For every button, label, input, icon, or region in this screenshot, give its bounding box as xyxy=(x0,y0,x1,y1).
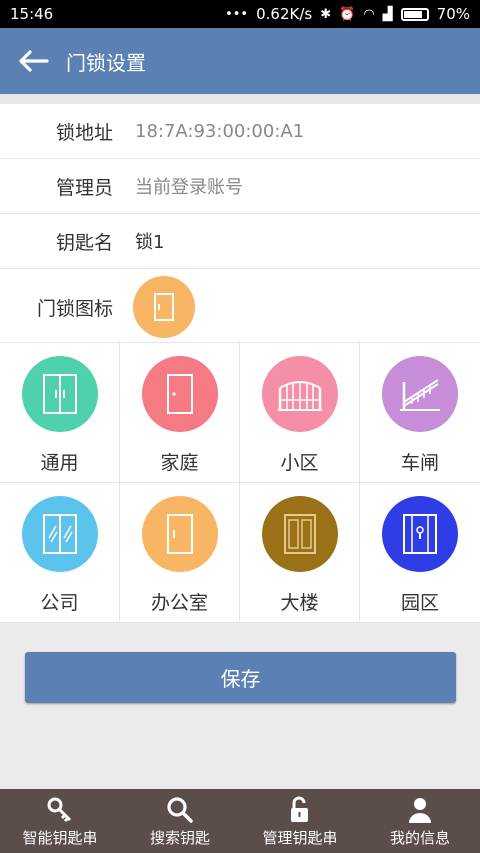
building-door-icon xyxy=(283,514,316,554)
icon-circle xyxy=(382,496,458,572)
status-bar: 15:46 ••• 0.62K/s ✱ ⏰ ◠ ▟ 70% xyxy=(0,0,480,28)
barrier-icon xyxy=(400,379,440,411)
admin-value: 当前登录账号 xyxy=(135,177,243,198)
icon-option-community[interactable]: 小区 xyxy=(240,343,360,483)
tab-label: 搜索钥匙 xyxy=(149,828,210,847)
lock-icon-grid: 通用 家庭 小区 车闸 公司 办公室 大楼 园区 xyxy=(0,342,480,623)
bluetooth-icon: ✱ xyxy=(320,6,332,22)
tab-search-keys[interactable]: 搜索钥匙 xyxy=(120,789,240,853)
signal-icon: ▟ xyxy=(382,6,393,22)
lock-address-row: 锁地址 18:7A:93:00:00:A1 xyxy=(0,104,480,159)
double-door-icon xyxy=(42,374,77,414)
key-name-row[interactable]: 钥匙名 锁1 xyxy=(0,214,480,269)
admin-label: 管理员 xyxy=(55,176,113,199)
icon-option-label: 通用 xyxy=(40,452,79,474)
alarm-icon: ⏰ xyxy=(339,6,356,22)
tab-label: 管理钥匙串 xyxy=(262,828,338,847)
icon-option-label: 车闸 xyxy=(400,452,439,474)
icon-option-label: 家庭 xyxy=(160,452,199,474)
door-icon xyxy=(166,514,193,554)
status-indicators: ••• 0.62K/s ✱ ⏰ ◠ ▟ 70% xyxy=(225,5,470,23)
wifi-icon: ◠ xyxy=(363,6,375,22)
lock-icon-label: 门锁图标 xyxy=(36,297,113,320)
lock-icon-row: 门锁图标 xyxy=(0,269,480,345)
icon-option-building[interactable]: 大楼 xyxy=(240,483,360,623)
lock-address-label: 锁地址 xyxy=(55,121,113,144)
tab-my-info[interactable]: 我的信息 xyxy=(360,789,480,853)
user-icon xyxy=(409,797,431,823)
tab-smart-keychain[interactable]: 智能钥匙串 xyxy=(0,789,120,853)
status-battery: 70% xyxy=(436,5,470,23)
search-icon xyxy=(167,796,193,823)
page-title: 门锁设置 xyxy=(66,50,146,75)
key-name-field[interactable]: 锁1 xyxy=(135,228,164,254)
tab-label: 智能钥匙串 xyxy=(22,828,98,847)
icon-option-barrier[interactable]: 车闸 xyxy=(360,343,480,483)
icon-option-label: 大楼 xyxy=(280,592,319,614)
unlock-icon xyxy=(291,796,308,822)
icon-circle xyxy=(21,356,98,432)
icon-circle xyxy=(141,496,218,572)
status-net-speed: 0.62K/s xyxy=(256,5,313,23)
icon-circle xyxy=(141,356,218,432)
icon-option-general[interactable]: 通用 xyxy=(0,343,120,483)
arrow-left-icon xyxy=(19,50,49,72)
glass-door-icon xyxy=(42,514,77,554)
key-name-label: 钥匙名 xyxy=(55,231,113,254)
status-time: 15:46 xyxy=(10,5,54,23)
icon-option-label: 小区 xyxy=(280,452,319,474)
icon-option-label: 园区 xyxy=(400,592,439,614)
battery-icon xyxy=(400,7,429,21)
tab-label: 我的信息 xyxy=(389,828,450,847)
header-spacer xyxy=(0,94,480,104)
park-gate-icon xyxy=(403,514,437,554)
lock-address-value: 18:7A:93:00:00:A1 xyxy=(135,120,305,142)
door-icon xyxy=(166,374,193,414)
icon-option-company[interactable]: 公司 xyxy=(0,483,120,623)
icon-option-office[interactable]: 办公室 xyxy=(120,483,240,623)
icon-option-park[interactable]: 园区 xyxy=(360,483,480,623)
lock-settings-form: 锁地址 18:7A:93:00:00:A1 管理员 当前登录账号 钥匙名 锁1 … xyxy=(0,104,480,345)
door-icon xyxy=(154,293,174,321)
admin-row: 管理员 当前登录账号 xyxy=(0,159,480,214)
gate-icon xyxy=(277,381,322,411)
icon-circle xyxy=(382,356,458,432)
app-header: 门锁设置 xyxy=(0,28,480,94)
icon-circle xyxy=(21,496,98,572)
icon-circle xyxy=(261,496,338,572)
tab-manage-keychain[interactable]: 管理钥匙串 xyxy=(240,789,360,853)
key-icon xyxy=(47,797,72,822)
back-button[interactable] xyxy=(0,28,66,94)
icon-option-label: 办公室 xyxy=(150,592,208,614)
selected-lock-icon xyxy=(133,276,195,338)
icon-option-home[interactable]: 家庭 xyxy=(120,343,240,483)
bottom-tab-bar: 智能钥匙串 搜索钥匙 管理钥匙串 我的信息 xyxy=(0,789,480,853)
save-button[interactable]: 保存 xyxy=(25,652,456,703)
more-dots-icon: ••• xyxy=(225,6,249,22)
icon-circle xyxy=(261,356,338,432)
icon-option-label: 公司 xyxy=(40,592,79,614)
